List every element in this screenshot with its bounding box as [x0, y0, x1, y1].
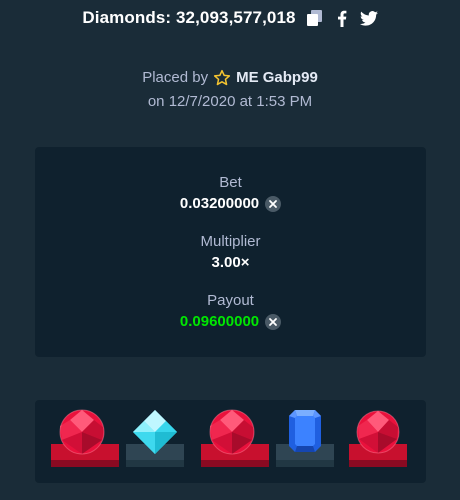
placed-date: on 12/7/2020 at 1:53 PM [147, 93, 313, 110]
payout-detail: Payout 0.09600000 [35, 292, 426, 332]
bet-placed-info: Placed by ME Gabp99 on 12/7/2020 at 1:53… [0, 66, 460, 114]
ruby-icon [59, 409, 105, 455]
facebook-icon[interactable] [333, 9, 351, 27]
currency-icon [265, 196, 282, 212]
gem-tile-4 [275, 406, 345, 474]
page-title: Diamonds: 32,093,577,018 [82, 8, 296, 27]
bet-value: 0.03200000 [179, 195, 260, 212]
ruby-icon [356, 410, 400, 454]
share-icons [306, 9, 378, 27]
gem-tiles-board [35, 400, 426, 483]
bet-detail: Bet 0.03200000 [35, 174, 426, 214]
currency-icon [265, 314, 282, 330]
header: Diamonds: 32,093,577,018 [0, 6, 460, 30]
placed-by-label: Placed by [142, 69, 209, 86]
ruby-icon [209, 409, 255, 455]
gem-tile-5 [348, 406, 418, 474]
gem-tile-3 [200, 406, 270, 474]
gem-tile-2 [125, 406, 195, 474]
multiplier-label: Multiplier [200, 233, 261, 250]
twitter-icon[interactable] [359, 9, 378, 27]
payout-label: Payout [207, 292, 254, 309]
copy-icon[interactable] [306, 9, 324, 27]
star-icon [213, 69, 231, 87]
bet-details-card: Bet 0.03200000 Multiplier 3.00× Payout 0… [35, 147, 426, 357]
bet-label: Bet [219, 174, 242, 191]
payout-value: 0.09600000 [179, 313, 260, 330]
gem-tile-1 [50, 406, 120, 474]
username-link[interactable]: ME Gabp99 [236, 66, 318, 90]
multiplier-detail: Multiplier 3.00× [35, 233, 426, 273]
multiplier-value: 3.00× [211, 254, 250, 271]
sapphire-icon [289, 410, 321, 452]
